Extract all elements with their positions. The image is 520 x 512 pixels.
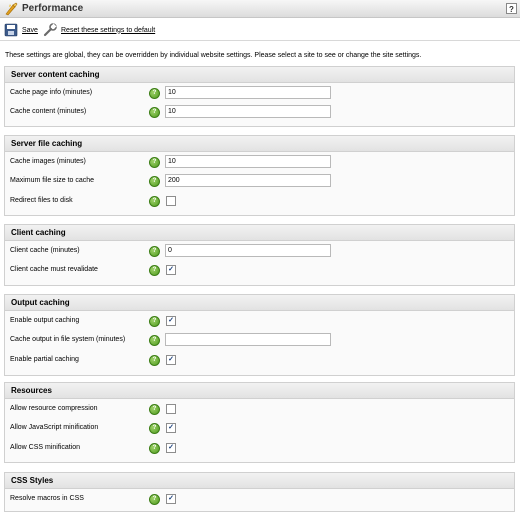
setting-row: Maximum file size to cache?	[5, 174, 514, 188]
setting-input[interactable]	[165, 86, 331, 99]
section-title: Server file caching	[5, 136, 514, 152]
setting-row: Cache content (minutes)?	[5, 105, 514, 119]
settings-section: Server file caching Cache images (minutes…	[4, 135, 515, 216]
save-button[interactable]: Save	[4, 23, 38, 37]
help-hint-icon[interactable]: ?	[149, 443, 160, 454]
setting-checkbox[interactable]	[166, 196, 176, 206]
setting-row: Allow JavaScript minification? ✓	[5, 421, 514, 435]
help-hint-icon[interactable]: ?	[149, 157, 160, 168]
help-hint-icon[interactable]: ?	[149, 196, 160, 207]
setting-row: Client cache (minutes)?	[5, 244, 514, 258]
setting-input[interactable]	[165, 155, 331, 168]
settings-section: Resources Allow resource compression? Allo…	[4, 382, 515, 463]
page-title: Performance	[22, 3, 84, 14]
help-hint-icon[interactable]: ?	[149, 335, 160, 346]
settings-section: Server content caching Cache page info (m…	[4, 66, 515, 127]
setting-input[interactable]	[165, 333, 331, 346]
setting-row: Cache page info (minutes)?	[5, 86, 514, 100]
reset-defaults-label: Reset these settings to default	[61, 26, 156, 34]
setting-label: Redirect files to disk	[10, 197, 73, 204]
help-hint-icon[interactable]: ?	[149, 423, 160, 434]
setting-checkbox-checked[interactable]: ✓	[166, 494, 176, 504]
setting-label: Enable partial caching	[10, 356, 79, 363]
performance-icon	[5, 2, 18, 16]
section-title: Server content caching	[5, 67, 514, 83]
setting-checkbox[interactable]	[166, 404, 176, 414]
help-hint-icon[interactable]: ?	[149, 404, 160, 415]
help-button[interactable]: ?	[506, 3, 517, 14]
save-icon	[4, 23, 18, 37]
setting-label: Cache images (minutes)	[10, 158, 86, 165]
setting-checkbox-checked[interactable]: ✓	[166, 265, 176, 275]
help-hint-icon[interactable]: ?	[149, 494, 160, 505]
setting-checkbox-checked[interactable]: ✓	[166, 316, 176, 326]
section-title: Client caching	[5, 225, 514, 241]
setting-row: Enable partial caching? ✓	[5, 353, 514, 367]
setting-label: Client cache (minutes)	[10, 247, 80, 254]
settings-section: Client cachingClient cache (minutes)?Cli…	[4, 224, 515, 286]
setting-input[interactable]	[165, 174, 331, 187]
setting-row: Allow CSS minification? ✓	[5, 441, 514, 455]
settings-section: Output caching Enable output caching? ✓ Cac…	[4, 294, 515, 376]
setting-row: Allow resource compression?	[5, 402, 514, 416]
intro-text: These settings are global, they can be o…	[5, 52, 422, 59]
setting-row: Resolve macros in CSS? ✓	[5, 492, 514, 506]
setting-row: Cache images (minutes)?	[5, 155, 514, 169]
setting-label: Enable output caching	[10, 317, 80, 324]
setting-input[interactable]	[165, 105, 331, 118]
setting-row: Enable output caching? ✓	[5, 314, 514, 328]
title-bar: Performance ?	[0, 0, 520, 18]
help-hint-icon[interactable]: ?	[149, 316, 160, 327]
setting-input[interactable]	[165, 244, 331, 257]
help-hint-icon[interactable]: ?	[149, 355, 160, 366]
section-title: CSS Styles	[5, 473, 514, 489]
section-title: Resources	[5, 383, 514, 399]
setting-label: Resolve macros in CSS	[10, 495, 84, 502]
help-hint-icon[interactable]: ?	[149, 88, 160, 99]
setting-label: Cache page info (minutes)	[10, 89, 93, 96]
toolbar: Save Reset these settings to default	[0, 19, 520, 41]
setting-checkbox-checked[interactable]: ✓	[166, 423, 176, 433]
reset-defaults-button[interactable]: Reset these settings to default	[43, 23, 155, 37]
setting-checkbox-checked[interactable]: ✓	[166, 355, 176, 365]
setting-row: Client cache must revalidate? ✓	[5, 263, 514, 277]
setting-label: Allow CSS minification	[10, 444, 81, 451]
help-hint-icon[interactable]: ?	[149, 176, 160, 187]
setting-label: Cache content (minutes)	[10, 108, 87, 115]
settings-section: CSS Styles Resolve macros in CSS? ✓	[4, 472, 515, 512]
setting-row: Redirect files to disk?	[5, 194, 514, 208]
setting-checkbox-checked[interactable]: ✓	[166, 443, 176, 453]
help-hint-icon[interactable]: ?	[149, 107, 160, 118]
help-hint-icon[interactable]: ?	[149, 265, 160, 276]
help-hint-icon[interactable]: ?	[149, 246, 160, 257]
setting-label: Cache output in file system (minutes)	[10, 336, 126, 343]
setting-label: Allow JavaScript minification	[10, 424, 99, 431]
setting-label: Maximum file size to cache	[10, 177, 95, 184]
section-title: Output caching	[5, 295, 514, 311]
setting-label: Client cache must revalidate	[10, 266, 98, 273]
setting-row: Cache output in file system (minutes)?	[5, 333, 514, 347]
setting-label: Allow resource compression	[10, 405, 98, 412]
save-label: Save	[22, 26, 38, 34]
wrench-icon	[43, 23, 57, 37]
